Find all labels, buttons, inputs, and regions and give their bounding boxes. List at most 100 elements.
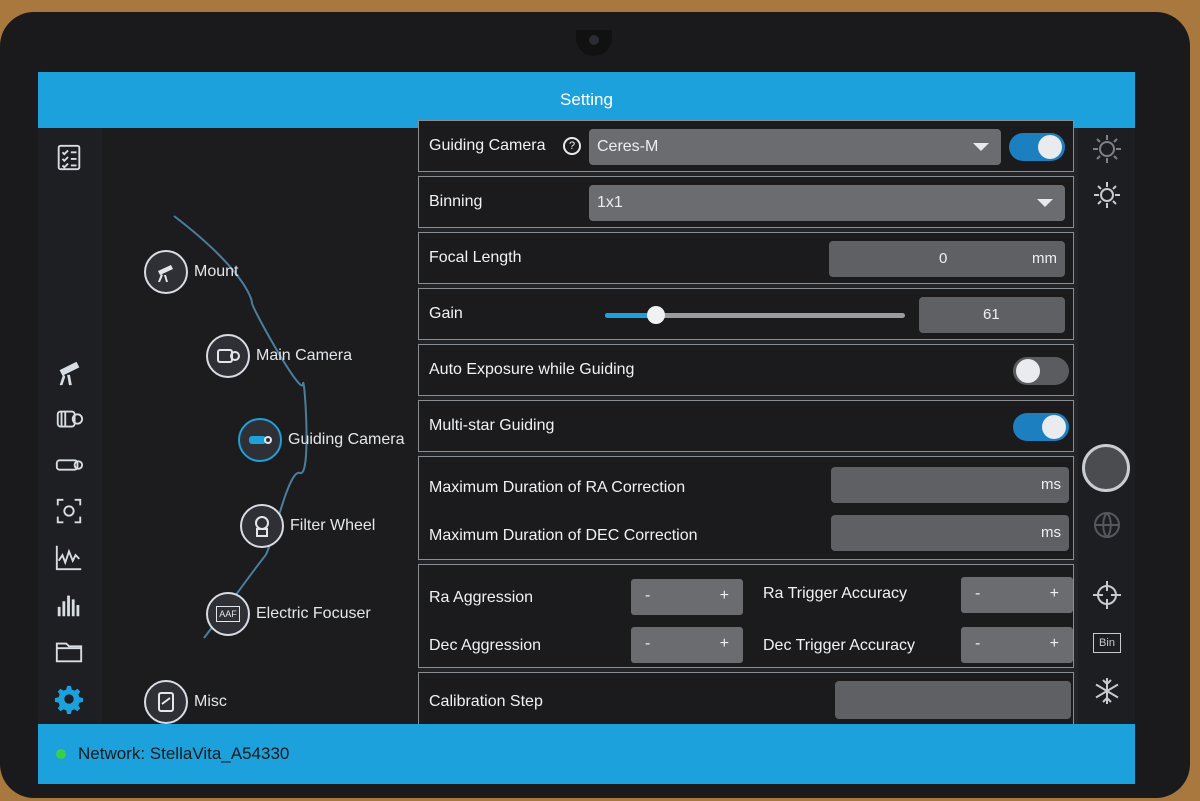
max-dec-input[interactable]: ms	[831, 515, 1069, 551]
calibration-step-input[interactable]	[835, 681, 1071, 719]
waveform-icon[interactable]	[52, 542, 86, 572]
gain-row: Gain 61	[418, 288, 1074, 340]
focal-length-value: 0	[939, 250, 948, 267]
tree-node-label: Mount	[194, 263, 239, 280]
app-screen: Setting Mount Main Camera Guiding Camera…	[38, 72, 1135, 784]
device-tree: Mount Main Camera Guiding Camera Filter …	[102, 128, 418, 724]
binning-select[interactable]: 1x1	[589, 185, 1065, 221]
guiding-camera-row: Guiding Camera ? Ceres-M	[418, 120, 1074, 172]
tree-node-misc[interactable]: Misc	[144, 680, 227, 724]
auto-exposure-toggle[interactable]	[1013, 357, 1069, 385]
max-ra-label: Maximum Duration of RA Correction	[429, 479, 686, 496]
status-bar: Network: StellaVita_A54330	[38, 724, 1135, 784]
multi-star-label: Multi-star Guiding	[429, 417, 555, 434]
dec-aggression-plus[interactable]: +	[720, 635, 729, 653]
checklist-icon[interactable]	[52, 142, 86, 172]
dec-trigger-minus[interactable]: -	[975, 635, 980, 653]
ra-aggression-label: Ra Aggression	[429, 589, 534, 606]
focal-length-row: Focal Length 0 mm	[418, 232, 1074, 284]
crosshair-icon[interactable]	[1090, 578, 1124, 612]
binning-label: Binning	[429, 193, 483, 210]
front-camera	[576, 30, 612, 56]
tree-node-label: Main Camera	[256, 347, 353, 364]
ra-aggression-stepper[interactable]: - +	[631, 579, 743, 615]
main-camera-icon[interactable]	[52, 404, 86, 434]
histogram-icon[interactable]	[52, 590, 86, 620]
aggression-group: Ra Aggression - + Ra Trigger Accuracy - …	[418, 564, 1074, 668]
tree-node-mount[interactable]: Mount	[144, 250, 238, 294]
max-ra-input[interactable]: ms	[831, 467, 1069, 503]
ra-aggression-plus[interactable]: +	[720, 587, 729, 605]
right-toolbar: Bin	[1078, 128, 1135, 724]
chevron-down-icon	[1037, 199, 1053, 207]
focal-length-input[interactable]: 0 mm	[829, 241, 1065, 277]
gain-slider[interactable]	[605, 306, 905, 324]
tree-node-label: Filter Wheel	[290, 517, 376, 534]
ra-trigger-plus[interactable]: +	[1050, 585, 1059, 603]
max-duration-group: Maximum Duration of RA Correction ms Max…	[418, 456, 1074, 560]
guiding-camera-icon[interactable]	[52, 450, 86, 480]
focuser-icon: AAF	[206, 592, 250, 636]
dec-trigger-plus[interactable]: +	[1050, 635, 1059, 653]
folder-icon[interactable]	[52, 636, 86, 666]
ra-trigger-stepper[interactable]: - +	[961, 577, 1073, 613]
tree-node-label: Electric Focuser	[256, 605, 371, 622]
bin-icon[interactable]: Bin	[1090, 626, 1124, 660]
tablet-frame: Setting Mount Main Camera Guiding Camera…	[0, 12, 1190, 798]
ra-aggression-minus[interactable]: -	[645, 587, 650, 605]
ra-trigger-minus[interactable]: -	[975, 585, 980, 603]
network-status-dot	[56, 749, 66, 759]
mount-icon[interactable]	[52, 357, 86, 387]
settings-gear-icon[interactable]	[52, 684, 86, 714]
chevron-down-icon	[973, 143, 989, 151]
dec-trigger-stepper[interactable]: - +	[961, 627, 1073, 663]
calibration-step-row: Calibration Step	[418, 672, 1074, 728]
settings-panel: Guiding Camera ? Ceres-M Binning 1x1 Foc…	[418, 120, 1078, 728]
focal-length-label: Focal Length	[429, 249, 522, 266]
guiding-camera-toggle[interactable]	[1009, 133, 1065, 161]
gain-slider-handle[interactable]	[647, 306, 665, 324]
sun-dial-icon[interactable]	[1090, 132, 1124, 166]
misc-icon	[144, 680, 188, 724]
tree-node-main-camera[interactable]: Main Camera	[206, 334, 352, 378]
shutter-button-icon[interactable]	[1082, 444, 1130, 492]
tree-node-electric-focuser[interactable]: AAF Electric Focuser	[206, 592, 371, 636]
calibration-step-label: Calibration Step	[429, 693, 543, 710]
max-dec-label: Maximum Duration of DEC Correction	[429, 527, 698, 544]
guiding-camera-label: Guiding Camera	[429, 137, 546, 154]
guiding-camera-icon	[238, 418, 282, 462]
focus-frame-icon[interactable]	[52, 496, 86, 526]
main-camera-icon	[206, 334, 250, 378]
max-ra-unit: ms	[1041, 476, 1061, 493]
brightness-icon[interactable]	[1090, 178, 1124, 212]
guiding-camera-value: Ceres-M	[597, 138, 659, 155]
multi-star-toggle[interactable]	[1013, 413, 1069, 441]
tree-node-filter-wheel[interactable]: Filter Wheel	[240, 504, 375, 548]
tree-node-label: Misc	[194, 693, 227, 710]
dec-trigger-label: Dec Trigger Accuracy	[763, 637, 916, 654]
ra-trigger-label: Ra Trigger Accuracy	[763, 585, 908, 602]
snowflake-icon[interactable]	[1090, 674, 1124, 708]
focal-length-unit: mm	[1032, 250, 1057, 267]
page-title: Setting	[560, 90, 613, 109]
bin-icon-text: Bin	[1093, 633, 1121, 653]
dec-aggression-label: Dec Aggression	[429, 637, 542, 654]
help-icon[interactable]: ?	[563, 137, 581, 155]
binning-row: Binning 1x1	[418, 176, 1074, 228]
focuser-icon-text: AAF	[216, 606, 240, 622]
gain-label: Gain	[429, 305, 463, 322]
multi-star-row: Multi-star Guiding	[418, 400, 1074, 452]
tree-node-guiding-camera[interactable]: Guiding Camera	[238, 418, 405, 462]
gain-value: 61	[983, 306, 1000, 323]
dec-aggression-stepper[interactable]: - +	[631, 627, 743, 663]
network-label: Network: StellaVita_A54330	[78, 744, 290, 763]
dec-aggression-minus[interactable]: -	[645, 635, 650, 653]
max-dec-unit: ms	[1041, 524, 1061, 541]
auto-exposure-label: Auto Exposure while Guiding	[429, 361, 635, 378]
tree-node-label: Guiding Camera	[288, 431, 405, 448]
filter-wheel-icon	[240, 504, 284, 548]
gain-input[interactable]: 61	[919, 297, 1065, 333]
guiding-camera-select[interactable]: Ceres-M	[589, 129, 1001, 165]
binning-value: 1x1	[597, 194, 623, 211]
globe-icon[interactable]	[1090, 508, 1124, 542]
